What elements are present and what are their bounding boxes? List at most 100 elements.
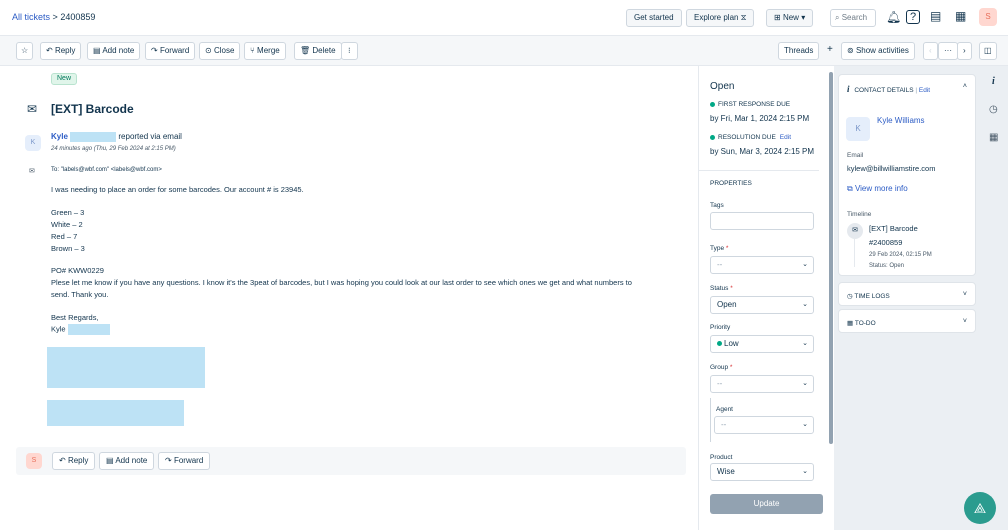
view-more-link[interactable]: ⧉ View more info — [847, 184, 908, 194]
help-icon[interactable]: ? — [906, 10, 920, 24]
time-logs-header: ◷ TIME LOGS — [847, 292, 890, 300]
bell-icon[interactable]: 🔔︎ — [886, 11, 901, 23]
close-button[interactable]: ⊙ Close — [199, 42, 241, 60]
merge-button[interactable]: ⑂ Merge — [244, 42, 286, 60]
add-thread-button[interactable]: + — [823, 42, 837, 60]
redacted-signature — [67, 324, 110, 335]
agent-select[interactable]: -- ⌄ — [714, 416, 814, 434]
search-input[interactable]: ⌕ Search — [830, 9, 876, 27]
product-label: Product — [710, 454, 733, 461]
star-button[interactable]: ☆ — [16, 42, 34, 60]
status-select[interactable]: Open ⌄ — [710, 296, 814, 314]
time-logs-accordion[interactable]: ◷ TIME LOGS ˅ — [838, 282, 976, 306]
info-icon[interactable]: i — [992, 76, 995, 87]
agent-avatar: S — [26, 453, 42, 469]
timeline-ticket-id: #2400859 — [869, 238, 903, 247]
reply-icon: ↶ — [46, 46, 53, 55]
calendar-icon[interactable]: ▤ — [930, 10, 941, 22]
timeline-label: Timeline — [847, 211, 872, 218]
merge-icon: ⑂ — [250, 46, 255, 55]
breadcrumb-separator: > — [52, 12, 58, 22]
threads-button[interactable]: Threads — [778, 42, 820, 60]
group-value: -- — [717, 379, 723, 388]
more-button[interactable]: ⁝ — [341, 42, 358, 60]
agent-label: Agent — [716, 406, 733, 413]
update-button[interactable]: Update — [710, 494, 823, 514]
time-logs-title: TIME LOGS — [854, 293, 890, 300]
next-ticket-button[interactable]: › — [957, 42, 972, 60]
timeline-line — [854, 239, 855, 267]
chevron-down-icon: ⌄ — [802, 421, 808, 428]
to-value: "labels@wbf.com" <labels@wbf.com> — [60, 167, 162, 173]
priority-label: Priority — [710, 324, 731, 331]
product-select[interactable]: Wise ⌄ — [710, 463, 814, 481]
group-select[interactable]: -- ⌄ — [710, 375, 814, 393]
forward-button[interactable]: ↷ Forward — [145, 42, 196, 60]
contact-name[interactable]: Kyle Williams — [877, 116, 925, 125]
user-avatar[interactable]: S — [979, 8, 997, 26]
mail-icon: ✉︎ — [27, 102, 38, 116]
clock-icon[interactable]: ◷ — [989, 104, 998, 115]
to-label: To: — [51, 167, 60, 173]
prev-ticket-button[interactable]: ‹ — [923, 42, 938, 60]
properties-heading: PROPERTIES — [710, 180, 752, 187]
calendar-icon[interactable]: ▦ — [989, 132, 998, 143]
new-button[interactable]: ⊞ New ▾ — [766, 9, 814, 27]
layout-toggle-button[interactable]: ◫ — [979, 42, 997, 60]
get-started-button[interactable]: Get started — [626, 9, 682, 27]
chevron-down-icon: ⌄ — [802, 468, 808, 475]
sender-name[interactable]: Kyle — [51, 132, 68, 141]
search-icon: ⌕ — [835, 13, 840, 22]
note-icon: ▤ — [93, 46, 101, 55]
show-activities-label: Show activities — [855, 46, 909, 55]
to-line: To: "labels@wbf.com" <labels@wbf.com> — [51, 167, 162, 173]
body-line: send. Thank you. — [51, 290, 109, 299]
redacted-lastname — [70, 132, 117, 142]
redacted-image — [47, 400, 184, 426]
contact-details-title: CONTACT DETAILS — [854, 87, 914, 94]
ticket-action-bar: ☆ ↶ Reply ▤ Add note ↷ Forward ⊙ Close ⑂… — [0, 36, 1008, 66]
forward-button-bottom[interactable]: ↷ Forward — [158, 452, 211, 470]
reply-button[interactable]: ↶ Reply — [40, 42, 82, 60]
reply-button-bottom[interactable]: ↶ Reply — [52, 452, 96, 470]
note-icon: ▤ — [106, 456, 114, 465]
type-select[interactable]: -- ⌄ — [710, 256, 814, 274]
timestamp: 24 minutes ago (Thu, 29 Feb 2024 at 2:15… — [51, 146, 176, 152]
chevron-down-icon: ⌄ — [802, 301, 808, 308]
body-line: Brown – 3 — [51, 244, 85, 253]
assistant-fab-icon[interactable]: ⟁ — [964, 492, 996, 524]
todo-accordion[interactable]: ▦ TO-DO ˅ — [838, 309, 976, 333]
body-line: Plese let me know if you have any questi… — [51, 278, 632, 287]
add-note-button[interactable]: ▤ Add note — [87, 42, 141, 60]
forward-icon: ↷ — [151, 46, 158, 55]
merge-label: Merge — [257, 46, 280, 55]
check-circle-icon: ⊙ — [205, 46, 212, 55]
resolution-edit-link[interactable]: Edit — [780, 134, 791, 141]
body-line: I was needing to place an order for some… — [51, 185, 304, 194]
reply-bar: S ↶ Reply ▤ Add note ↷ Forward — [16, 447, 686, 475]
green-dot-icon — [710, 134, 715, 140]
reply-label: Reply — [54, 46, 76, 55]
resolution-value: by Sun, Mar 3, 2024 2:15 PM — [710, 147, 815, 156]
view-more-label: View more info — [854, 184, 908, 193]
explore-plan-button[interactable]: Explore plan ⧖ — [686, 9, 755, 27]
chevron-up-icon[interactable]: ˄ — [963, 83, 967, 90]
priority-select[interactable]: Low ⌄ — [710, 335, 814, 353]
timeline-subject[interactable]: [EXT] Barcode — [869, 224, 918, 233]
properties-scrollbar[interactable] — [829, 72, 833, 444]
show-activities-button[interactable]: ⊚ Show activities — [841, 42, 915, 60]
delete-button[interactable]: 🗑︎ Delete — [294, 42, 342, 60]
priority-dot-icon — [717, 341, 722, 347]
chevron-down-icon: ˅ — [962, 291, 967, 298]
tags-input[interactable] — [710, 212, 814, 230]
type-label-text: Type — [710, 245, 725, 252]
add-note-button-bottom[interactable]: ▤ Add note — [99, 452, 155, 470]
apps-icon[interactable]: ▦ — [955, 10, 966, 22]
breadcrumb: All tickets > 2400859 — [12, 12, 95, 22]
ticket-subject: [EXT] Barcode — [51, 102, 134, 116]
more-tickets-button[interactable]: ··· — [938, 42, 958, 60]
properties-panel: Open FIRST RESPONSE DUE by Fri, Mar 1, 2… — [698, 66, 834, 530]
priority-value: Low — [724, 339, 739, 348]
contact-edit-link[interactable]: Edit — [919, 87, 930, 94]
all-tickets-link[interactable]: All tickets — [12, 12, 50, 22]
